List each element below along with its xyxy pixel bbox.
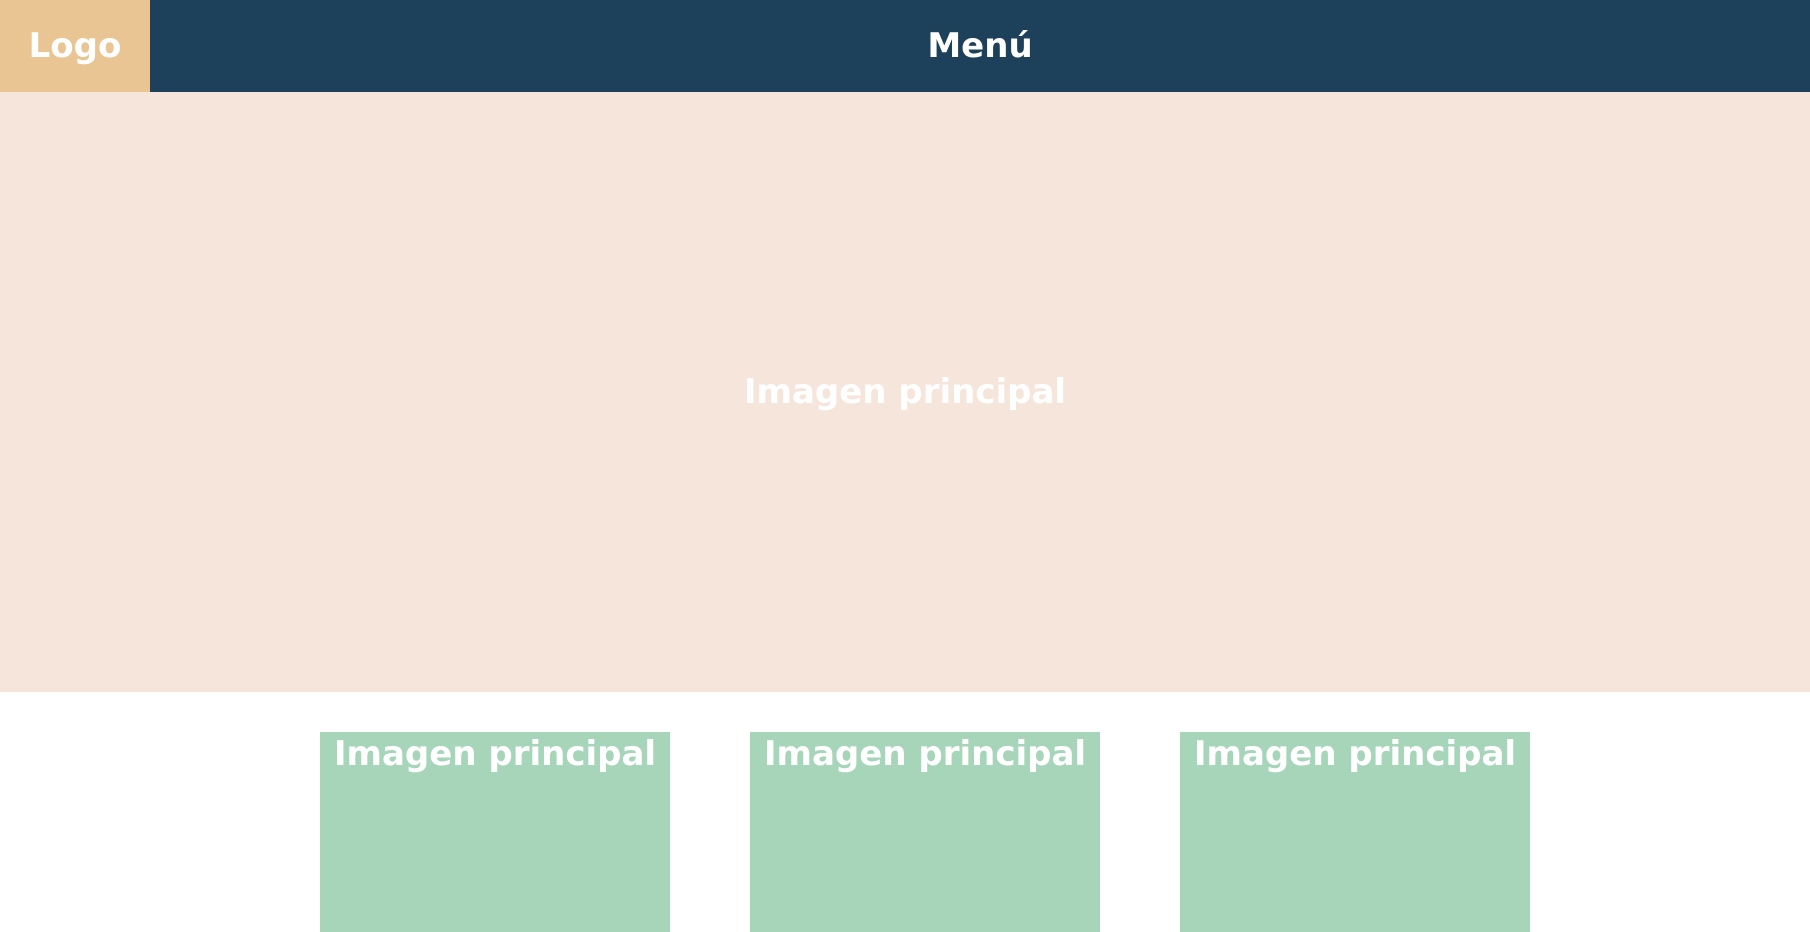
card-label-2: Imagen principal <box>763 734 1087 774</box>
hero-image-placeholder: Imagen principal <box>0 92 1810 692</box>
card-label-1: Imagen principal <box>333 734 657 774</box>
card-image-placeholder-3: Imagen principal <box>1180 732 1530 932</box>
page: Logo Menú Imagen principal Imagen princi… <box>0 0 1810 932</box>
menu-label: Menú <box>927 26 1033 66</box>
menu-bar[interactable]: Menú <box>150 0 1810 92</box>
logo-label: Logo <box>28 26 122 66</box>
header: Logo Menú <box>0 0 1810 92</box>
card-image-placeholder-1: Imagen principal <box>320 732 670 932</box>
card-row: Imagen principal Imagen principal Imagen… <box>0 732 1810 932</box>
logo[interactable]: Logo <box>0 0 150 92</box>
card-label-3: Imagen principal <box>1193 734 1517 774</box>
hero-label: Imagen principal <box>743 372 1067 412</box>
card-image-placeholder-2: Imagen principal <box>750 732 1100 932</box>
